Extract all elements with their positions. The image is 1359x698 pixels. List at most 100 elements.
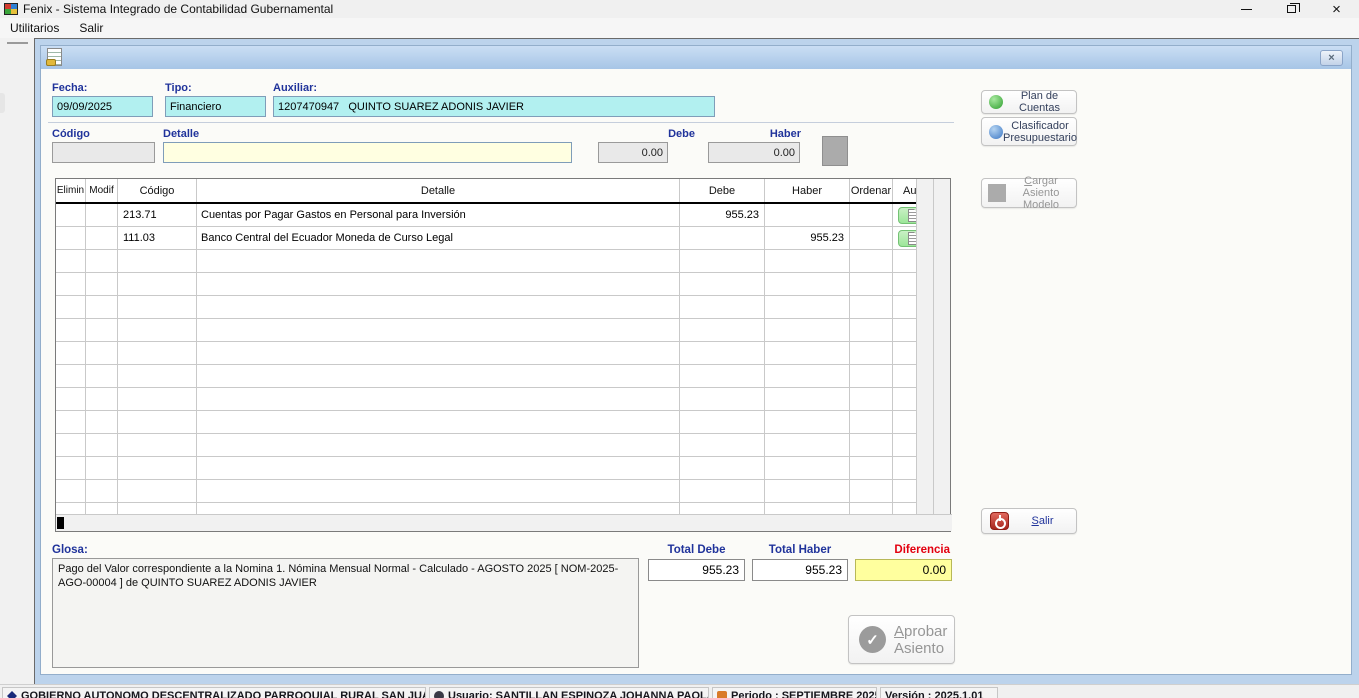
statusbar: GOBIERNO AUTONOMO DESCENTRALIZADO PARROQ… bbox=[0, 684, 1359, 698]
cargar-asiento-modelo-button[interactable]: Cargar Asiento Modelo bbox=[981, 178, 1077, 208]
haber-input[interactable]: 0.00 bbox=[708, 142, 800, 163]
grid-header-haber[interactable]: Haber bbox=[765, 179, 850, 202]
diferencia-label: Diferencia bbox=[855, 544, 950, 556]
cell-codigo bbox=[118, 319, 197, 342]
tipo-input[interactable]: Financiero bbox=[165, 96, 266, 117]
separator bbox=[48, 122, 954, 123]
left-toolbar-strip bbox=[0, 38, 35, 684]
cell-codigo bbox=[118, 296, 197, 319]
entries-table: EliminModifCódigoDetalleDebeHaberOrdenar… bbox=[55, 178, 951, 532]
cell-detalle bbox=[197, 434, 680, 457]
close-button[interactable]: × bbox=[1314, 0, 1359, 18]
cell-ordenar bbox=[850, 480, 893, 503]
close-icon: × bbox=[1328, 53, 1334, 64]
vertical-scrollbar[interactable] bbox=[916, 179, 933, 516]
statusbar-version: Versión : 2025.1.01 bbox=[880, 687, 998, 698]
statusbar-usuario: Usuario: SANTILLAN ESPINOZA JOHANNA PAOL… bbox=[429, 687, 709, 698]
table-row[interactable] bbox=[56, 411, 933, 434]
cell-modif bbox=[86, 434, 118, 457]
auxiliar-label: Auxiliar: bbox=[273, 82, 317, 94]
cell-debe bbox=[680, 227, 765, 250]
cell-modif bbox=[86, 319, 118, 342]
table-row[interactable] bbox=[56, 273, 933, 296]
table-row[interactable] bbox=[56, 434, 933, 457]
cell-haber bbox=[765, 365, 850, 388]
cell-modif bbox=[86, 457, 118, 480]
cell-debe bbox=[680, 273, 765, 296]
tipo-label: Tipo: bbox=[165, 82, 192, 94]
cell-debe bbox=[680, 411, 765, 434]
cell-codigo bbox=[118, 365, 197, 388]
vertical-scrollbar[interactable] bbox=[933, 179, 950, 516]
grid-header-modif[interactable]: Modif bbox=[86, 179, 118, 202]
grid-header-debe[interactable]: Debe bbox=[680, 179, 765, 202]
codigo-input[interactable] bbox=[52, 142, 155, 163]
table-row[interactable] bbox=[56, 365, 933, 388]
menu-salir[interactable]: Salir bbox=[69, 19, 113, 37]
user-icon bbox=[434, 691, 444, 698]
record-position-marker bbox=[57, 517, 64, 529]
fecha-input[interactable]: 09/09/2025 bbox=[52, 96, 153, 117]
cell-codigo: 111.03 bbox=[118, 227, 197, 250]
cell-detalle bbox=[197, 365, 680, 388]
side-tab[interactable] bbox=[0, 93, 5, 113]
blue-sphere-icon bbox=[989, 125, 1003, 139]
haber-label: Haber bbox=[707, 128, 801, 140]
cell-detalle: Banco Central del Ecuador Moneda de Curs… bbox=[197, 227, 680, 250]
salir-button[interactable]: Salir bbox=[981, 508, 1077, 534]
codigo-label: Código bbox=[52, 128, 90, 140]
child-close-button[interactable]: × bbox=[1320, 50, 1343, 66]
total-haber-label: Total Haber bbox=[752, 544, 848, 556]
cell-debe bbox=[680, 365, 765, 388]
cell-modif bbox=[86, 365, 118, 388]
aprobar-asiento-label: Aprobar Asiento bbox=[886, 623, 954, 657]
table-row[interactable]: 111.03Banco Central del Ecuador Moneda d… bbox=[56, 227, 933, 250]
app-icon bbox=[4, 3, 18, 15]
grid-header-ordenar[interactable]: Ordenar bbox=[850, 179, 893, 202]
green-sphere-icon bbox=[989, 95, 1003, 109]
grid-header-elimin[interactable]: Elimin bbox=[56, 179, 86, 202]
toolbar-grip[interactable] bbox=[7, 42, 28, 44]
cell-detalle bbox=[197, 342, 680, 365]
horizontal-scrollbar[interactable] bbox=[56, 514, 952, 531]
aprobar-asiento-button[interactable]: ✓ Aprobar Asiento bbox=[848, 615, 955, 664]
total-debe-label: Total Debe bbox=[648, 544, 745, 556]
clasificador-presupuestario-button[interactable]: Clasificador Presupuestario bbox=[981, 117, 1077, 146]
cell-haber bbox=[765, 296, 850, 319]
table-row[interactable] bbox=[56, 250, 933, 273]
cell-haber bbox=[765, 273, 850, 296]
gray-cube-icon bbox=[988, 184, 1006, 202]
cell-ordenar bbox=[850, 342, 893, 365]
debe-input[interactable]: 0.00 bbox=[598, 142, 668, 163]
grid-header-codigo[interactable]: Código bbox=[118, 179, 197, 202]
restore-button[interactable] bbox=[1269, 0, 1314, 18]
detalle-input[interactable] bbox=[163, 142, 572, 163]
cell-ordenar bbox=[850, 250, 893, 273]
glosa-textarea[interactable]: Pago del Valor correspondiente a la Nomi… bbox=[52, 558, 639, 668]
table-row[interactable] bbox=[56, 319, 933, 342]
cell-elimin bbox=[56, 411, 86, 434]
cell-haber bbox=[765, 388, 850, 411]
grid-header-detalle[interactable]: Detalle bbox=[197, 179, 680, 202]
cell-ordenar bbox=[850, 434, 893, 457]
calendar-icon bbox=[717, 691, 727, 698]
add-entry-button[interactable] bbox=[822, 136, 848, 166]
cell-ordenar bbox=[850, 204, 893, 227]
minimize-button[interactable] bbox=[1224, 0, 1269, 18]
cell-ordenar bbox=[850, 365, 893, 388]
cell-modif bbox=[86, 411, 118, 434]
cell-elimin bbox=[56, 250, 86, 273]
cell-elimin bbox=[56, 388, 86, 411]
table-row[interactable]: 213.71Cuentas por Pagar Gastos en Person… bbox=[56, 204, 933, 227]
table-row[interactable] bbox=[56, 296, 933, 319]
table-row[interactable] bbox=[56, 457, 933, 480]
table-row[interactable] bbox=[56, 342, 933, 365]
menu-utilitarios[interactable]: Utilitarios bbox=[0, 19, 69, 37]
table-row[interactable] bbox=[56, 388, 933, 411]
cell-debe bbox=[680, 296, 765, 319]
auxiliar-input[interactable]: 1207470947 QUINTO SUAREZ ADONIS JAVIER bbox=[273, 96, 715, 117]
salir-label: Salir bbox=[1009, 515, 1076, 527]
plan-de-cuentas-button[interactable]: Plan de Cuentas bbox=[981, 90, 1077, 114]
menubar: Utilitarios Salir bbox=[0, 18, 1359, 38]
table-row[interactable] bbox=[56, 480, 933, 503]
